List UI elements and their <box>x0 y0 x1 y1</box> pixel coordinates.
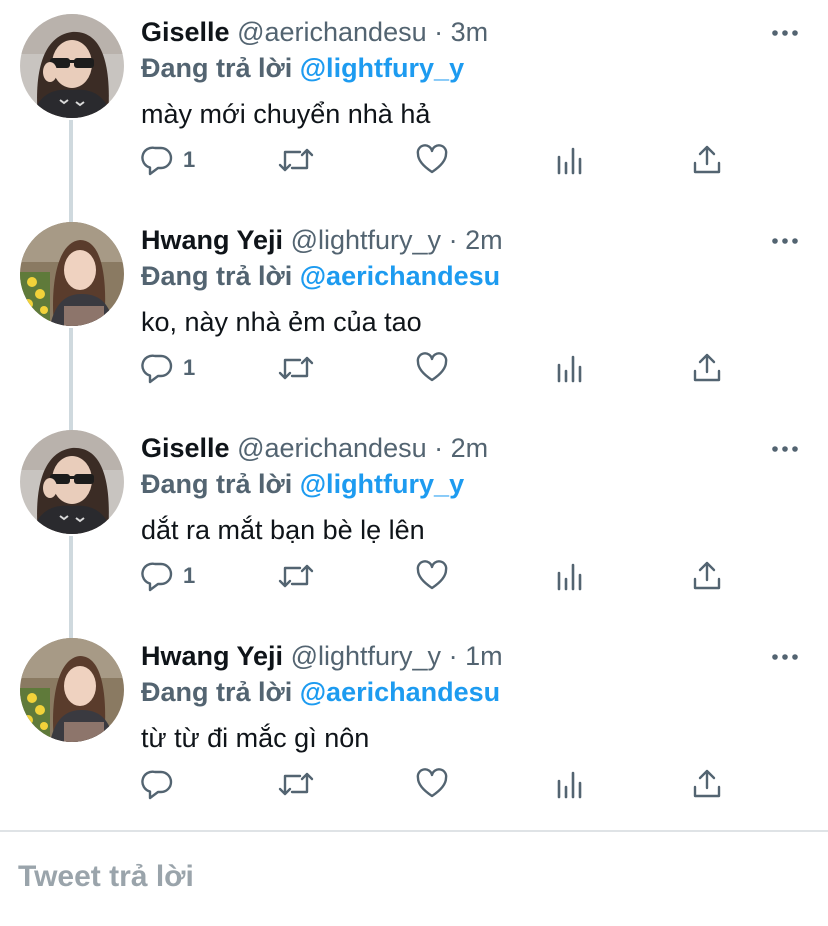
tweet-time[interactable]: 3m <box>451 17 489 47</box>
author-name[interactable]: Giselle <box>141 17 230 47</box>
header-separator: · <box>448 641 458 671</box>
retweet-icon <box>278 356 314 380</box>
analytics-icon <box>557 771 582 799</box>
tweet-text: dắt ra mắt bạn bè lẹ lên <box>141 515 425 545</box>
tweet-header: Giselle @aerichandesu · 2m <box>141 430 488 466</box>
like-icon <box>416 352 448 382</box>
reply-mention-link[interactable]: @lightfury_y <box>300 469 464 499</box>
replying-to: Đang trả lời @aerichandesu <box>141 674 500 710</box>
avatar[interactable] <box>20 430 124 534</box>
reply-button[interactable] <box>141 764 183 804</box>
replying-to: Đang trả lời @aerichandesu <box>141 258 500 294</box>
share-icon <box>693 353 721 382</box>
reply-icon <box>141 354 173 384</box>
tweet-text: từ từ đi mắc gì nôn <box>141 723 370 753</box>
analytics-button[interactable] <box>554 764 588 804</box>
analytics-button[interactable] <box>554 556 588 596</box>
reply-button[interactable]: 1 <box>141 140 195 180</box>
more-icon[interactable] <box>770 22 800 44</box>
analytics-button[interactable] <box>554 140 588 180</box>
reply-mention-link[interactable]: @aerichandesu <box>300 261 500 291</box>
author-name[interactable]: Hwang Yeji <box>141 641 283 671</box>
reply-button[interactable]: 1 <box>141 556 195 596</box>
reply-count: 1 <box>183 563 196 588</box>
share-button[interactable] <box>690 348 724 388</box>
author-name[interactable]: Hwang Yeji <box>141 225 283 255</box>
reply-button[interactable]: 1 <box>141 348 195 388</box>
tweet[interactable]: Hwang Yeji @lightfury_y · 2m Đang trả lờ… <box>0 208 828 416</box>
retweet-button[interactable] <box>277 556 315 596</box>
tweet-actions: 1 <box>0 556 828 596</box>
reply-placeholder: Tweet trả lời <box>18 860 194 893</box>
tweet-time[interactable]: 2m <box>465 225 503 255</box>
tweet-actions: 1 <box>0 140 828 180</box>
share-button[interactable] <box>690 140 724 180</box>
retweet-button[interactable] <box>277 140 315 180</box>
author-handle[interactable]: @lightfury_y <box>291 641 441 671</box>
author-name[interactable]: Giselle <box>141 433 230 463</box>
tweet-header: Hwang Yeji @lightfury_y · 2m <box>141 222 503 258</box>
reply-mention-link[interactable]: @lightfury_y <box>300 53 464 83</box>
retweet-button[interactable] <box>277 348 315 388</box>
reply-icon <box>141 770 173 800</box>
like-icon <box>416 144 448 174</box>
share-icon <box>693 769 721 798</box>
header-separator: · <box>434 433 444 463</box>
reply-count: 1 <box>183 355 196 380</box>
replying-to-label: Đang trả lời <box>141 261 293 291</box>
tweet-text: ko, này nhà ẻm của tao <box>141 307 422 337</box>
analytics-icon <box>557 355 582 383</box>
analytics-icon <box>557 147 582 175</box>
reply-input[interactable]: Tweet trả lời <box>0 832 828 926</box>
share-icon <box>693 561 721 590</box>
tweet-text: mày mới chuyển nhà hả <box>141 99 431 129</box>
more-icon[interactable] <box>770 646 800 668</box>
share-icon <box>693 145 721 174</box>
tweet[interactable]: Giselle @aerichandesu · 2m Đang trả lời … <box>0 416 828 624</box>
like-button[interactable] <box>415 348 449 388</box>
share-button[interactable] <box>690 764 724 804</box>
replying-to: Đang trả lời @lightfury_y <box>141 50 464 86</box>
replying-to-label: Đang trả lời <box>141 469 293 499</box>
like-button[interactable] <box>415 764 449 804</box>
reply-icon <box>141 562 173 592</box>
more-icon[interactable] <box>770 438 800 460</box>
like-icon <box>416 768 448 798</box>
tweet-actions: 1 <box>0 348 828 388</box>
author-handle[interactable]: @aerichandesu <box>237 433 427 463</box>
more-icon[interactable] <box>770 230 800 252</box>
replying-to-label: Đang trả lời <box>141 53 293 83</box>
tweet-time[interactable]: 1m <box>465 641 503 671</box>
tweet-header: Giselle @aerichandesu · 3m <box>141 14 488 50</box>
analytics-icon <box>557 563 582 591</box>
like-button[interactable] <box>415 140 449 180</box>
retweet-icon <box>278 772 314 796</box>
avatar[interactable] <box>20 14 124 118</box>
reply-icon <box>141 146 173 176</box>
tweet-header: Hwang Yeji @lightfury_y · 1m <box>141 638 503 674</box>
replying-to-label: Đang trả lời <box>141 677 293 707</box>
author-handle[interactable]: @lightfury_y <box>291 225 441 255</box>
header-separator: · <box>448 225 458 255</box>
retweet-button[interactable] <box>277 764 315 804</box>
retweet-icon <box>278 148 314 172</box>
author-handle[interactable]: @aerichandesu <box>237 17 427 47</box>
tweet-actions <box>0 764 828 804</box>
avatar[interactable] <box>20 638 124 742</box>
header-separator: · <box>434 17 444 47</box>
analytics-button[interactable] <box>554 348 588 388</box>
avatar[interactable] <box>20 222 124 326</box>
retweet-icon <box>278 564 314 588</box>
replying-to: Đang trả lời @lightfury_y <box>141 466 464 502</box>
tweet-time[interactable]: 2m <box>451 433 489 463</box>
reply-count: 1 <box>183 147 196 172</box>
share-button[interactable] <box>690 556 724 596</box>
tweet[interactable]: Hwang Yeji @lightfury_y · 1m Đang trả lờ… <box>0 624 828 832</box>
reply-mention-link[interactable]: @aerichandesu <box>300 677 500 707</box>
like-icon <box>416 560 448 590</box>
like-button[interactable] <box>415 556 449 596</box>
tweet[interactable]: Giselle @aerichandesu · 3m Đang trả lời … <box>0 0 828 208</box>
